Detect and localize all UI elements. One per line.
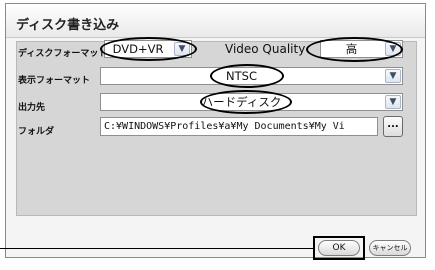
- video-quality-label: Video Quality: [225, 42, 306, 56]
- disc-format-label: ディスクフォーマット: [18, 49, 108, 59]
- highlight-ellipse-video-quality: [306, 37, 403, 62]
- dialog-title: ディスク書き込み: [16, 18, 120, 33]
- browse-button[interactable]: ...: [383, 116, 403, 137]
- highlight-ellipse-output-destination: [200, 90, 292, 114]
- chevron-down-icon[interactable]: ▼: [385, 95, 401, 109]
- chevron-down-icon[interactable]: ▼: [385, 69, 401, 83]
- display-format-label: 表示フォーマット: [18, 76, 91, 86]
- highlight-ellipse-disc-format: [100, 37, 197, 61]
- highlight-ellipse-display-format: [210, 64, 284, 88]
- highlight-rect-ok: [313, 236, 365, 260]
- dialog-titlebar: ディスク書き込み: [6, 4, 425, 38]
- folder-path-field[interactable]: C:¥WINDOWS¥Profiles¥a¥My Documents¥My Vi: [100, 117, 378, 136]
- cancel-button[interactable]: キャンセル: [369, 240, 411, 256]
- callout-leader-line: [0, 248, 313, 249]
- folder-label: フォルダ: [18, 127, 55, 137]
- output-destination-label: 出力先: [18, 103, 46, 113]
